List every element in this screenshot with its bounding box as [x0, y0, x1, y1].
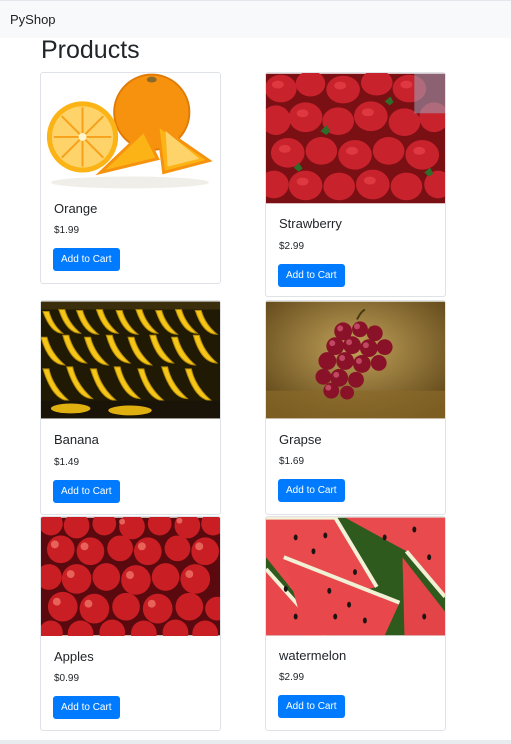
- product-card-banana: Banana $1.49 Add to Cart: [40, 300, 221, 515]
- product-name: Orange: [54, 201, 98, 216]
- navbar-brand[interactable]: PyShop: [10, 12, 56, 27]
- product-image-banana: [41, 301, 220, 419]
- navbar: PyShop: [0, 0, 511, 38]
- product-price: $1.99: [54, 225, 80, 236]
- product-image-watermelon: [266, 517, 445, 636]
- add-to-cart-button[interactable]: Add to Cart: [278, 264, 345, 287]
- product-name: Strawberry: [279, 216, 342, 231]
- product-name: Banana: [54, 432, 99, 447]
- product-price: $1.69: [279, 456, 305, 467]
- product-price: $1.49: [54, 457, 80, 468]
- add-to-cart-button[interactable]: Add to Cart: [53, 480, 120, 503]
- add-to-cart-button[interactable]: Add to Cart: [278, 695, 345, 718]
- product-price: $2.99: [279, 672, 305, 683]
- product-price: $2.99: [279, 241, 305, 252]
- page-title: Products: [41, 36, 140, 64]
- product-name: watermelon: [279, 648, 347, 663]
- product-price: $0.99: [54, 673, 80, 684]
- product-card-grapes: Grapse $1.69 Add to Cart: [265, 300, 446, 515]
- product-card-orange: Orange $1.99 Add to Cart: [40, 72, 221, 284]
- product-image-apples: [41, 517, 220, 636]
- product-image-strawberry: [266, 73, 445, 204]
- product-card-strawberry: Strawberry $2.99 Add to Cart: [265, 72, 446, 297]
- product-name: Grapse: [279, 432, 322, 447]
- add-to-cart-button[interactable]: Add to Cart: [278, 479, 345, 502]
- product-name: Apples: [54, 649, 94, 664]
- bottom-divider: [0, 740, 511, 744]
- product-card-watermelon: watermelon $2.99 Add to Cart: [265, 516, 446, 731]
- product-card-apples: Apples $0.99 Add to Cart: [40, 516, 221, 731]
- product-image-grapes: [266, 301, 445, 419]
- product-image-orange: [41, 73, 220, 191]
- add-to-cart-button[interactable]: Add to Cart: [53, 248, 120, 271]
- add-to-cart-button[interactable]: Add to Cart: [53, 696, 120, 719]
